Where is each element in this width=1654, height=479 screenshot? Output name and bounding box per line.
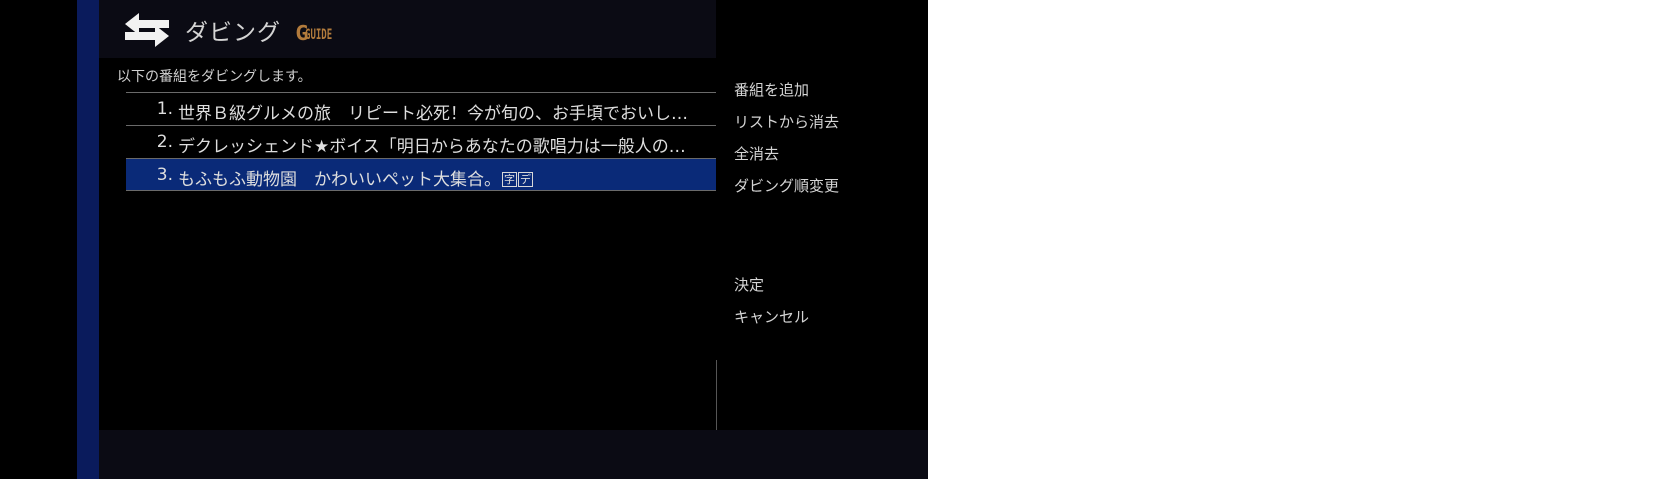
action-menu: 決定 キャンセル — [734, 275, 809, 339]
confirm-button[interactable]: 決定 — [734, 275, 809, 307]
program-title-wrapper: もふもふ動物園 かわいいペット大集合。字デ — [178, 165, 714, 190]
program-row-3[interactable]: 3. もふもふ動物園 かわいいペット大集合。字デ — [126, 158, 716, 191]
program-title: もふもふ動物園 かわいいペット大集合。 — [178, 170, 501, 190]
data-broadcast-badge-icon: デ — [518, 172, 533, 187]
page-title: ダビング — [185, 20, 281, 46]
program-number: 1. — [156, 99, 173, 119]
delete-all-button[interactable]: 全消去 — [734, 144, 839, 176]
instruction-text: 以下の番組をダビングします。 — [117, 69, 312, 85]
add-program-button[interactable]: 番組を追加 — [734, 80, 839, 112]
program-list: 1. 世界Ｂ級グルメの旅 リピート必死！今が旬の、お手頃でおいし… 2. デクレ… — [126, 92, 716, 191]
remove-from-list-button[interactable]: リストから消去 — [734, 112, 839, 144]
change-dubbing-order-button[interactable]: ダビング順変更 — [734, 176, 839, 208]
left-accent-strip — [77, 0, 99, 479]
cancel-button[interactable]: キャンセル — [734, 307, 809, 339]
program-title: 世界Ｂ級グルメの旅 リピート必死！今が旬の、お手頃でおいし… — [178, 104, 688, 124]
program-title: デクレッシェンド★ボイス「明日からあなたの歌唱力は一般人の… — [178, 137, 686, 157]
tv-screen: ダビング GGUIDE 以下の番組をダビングします。 1. 世界Ｂ級グルメの旅 … — [0, 0, 928, 479]
program-number: 2. — [156, 132, 173, 152]
subtitle-badge-icon: 字 — [502, 172, 517, 187]
program-row-2[interactable]: 2. デクレッシェンド★ボイス「明日からあなたの歌唱力は一般人の… — [126, 125, 716, 158]
program-row-1[interactable]: 1. 世界Ｂ級グルメの旅 リピート必死！今が旬の、お手頃でおいし… — [126, 92, 716, 125]
program-number: 3. — [156, 165, 173, 185]
side-menu: 番組を追加 リストから消去 全消去 ダビング順変更 — [734, 80, 839, 208]
guide-logo-word: GUIDE — [305, 28, 333, 44]
divider-line — [716, 360, 717, 430]
header-bar: ダビング GGUIDE — [99, 0, 716, 58]
swap-arrows-icon — [125, 13, 169, 47]
guide-logo: GGUIDE — [295, 21, 333, 45]
footer-bar — [99, 430, 928, 479]
